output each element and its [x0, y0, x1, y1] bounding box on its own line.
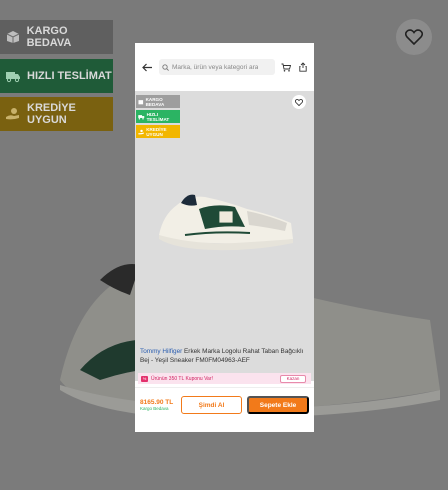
- price-block: 8165.90 TL Kargo Bedava: [140, 399, 176, 411]
- product-price: 8165.90 TL: [140, 399, 174, 406]
- cargo-free-label: Kargo Bedava: [140, 406, 169, 411]
- hand-coin-icon: [5, 106, 21, 122]
- heart-icon: [405, 29, 423, 45]
- badge-hizli-teslimat: HIZLI TESLİMAT: [136, 110, 180, 123]
- favorite-button[interactable]: [292, 95, 306, 109]
- coupon-kazan-button[interactable]: Kazan: [280, 374, 306, 383]
- badge-label: HIZLI TESLİMAT: [146, 111, 170, 122]
- badge-label: KREDİYE UYGUN: [146, 126, 167, 137]
- arrow-left-icon[interactable]: [140, 60, 154, 74]
- hand-coin-icon: [138, 129, 144, 134]
- product-shoe-image: [159, 194, 293, 251]
- coupon-banner: % Ürünün 350 TL Kuponu Var! Kazan: [138, 373, 311, 384]
- product-preview-modal: Marka, ürün veya kategori ara KARGO BEDA…: [135, 43, 314, 432]
- coupon-text: Ürünün 350 TL Kuponu Var!: [151, 375, 213, 382]
- add-to-cart-button[interactable]: Sepete Ekle: [247, 396, 309, 414]
- badge-kargo-bedava: KARGO BEDAVA: [136, 95, 180, 108]
- product-image-carousel[interactable]: KARGO BEDAVA HIZLI TESLİMAT KREDİYE UYGU…: [135, 91, 314, 383]
- background-badge-label: KARGO BEDAVA: [26, 25, 72, 49]
- background-badge-label: HIZLI TESLİMAT: [27, 70, 112, 82]
- cart-icon[interactable]: [280, 60, 292, 74]
- product-brand[interactable]: Tommy Hilfiger: [140, 348, 182, 355]
- truck-icon: [138, 114, 145, 119]
- box-icon: [138, 99, 144, 104]
- badge-krediye-uygun: KREDİYE UYGUN: [136, 125, 180, 138]
- search-input[interactable]: Marka, ürün veya kategori ara: [159, 59, 275, 75]
- background-badge-kredi: KREDİYE UYGUN: [0, 97, 113, 131]
- background-badge-hizli: HIZLI TESLİMAT: [0, 59, 113, 93]
- search-icon: [162, 63, 169, 71]
- badge-label: KARGO BEDAVA: [145, 96, 165, 107]
- percent-icon: %: [141, 375, 148, 382]
- purchase-bar: 8165.90 TL Kargo Bedava Şimdi Al Sepete …: [135, 392, 314, 418]
- background-favorite-button[interactable]: [396, 19, 432, 55]
- box-icon: [5, 29, 21, 45]
- divider: [135, 387, 314, 388]
- buy-now-button[interactable]: Şimdi Al: [181, 396, 242, 414]
- search-bar-row: Marka, ürün veya kategori ara: [135, 43, 314, 91]
- background-badge-kargo: KARGO BEDAVA: [0, 20, 113, 54]
- share-icon[interactable]: [297, 60, 309, 74]
- product-title[interactable]: Tommy Hilfiger Erkek Marka Logolu Rahat …: [140, 348, 309, 365]
- search-placeholder: Marka, ürün veya kategori ara: [172, 63, 259, 71]
- truck-icon: [5, 68, 21, 84]
- heart-icon: [295, 98, 303, 106]
- background-badge-label: KREDİYE UYGUN: [27, 102, 76, 126]
